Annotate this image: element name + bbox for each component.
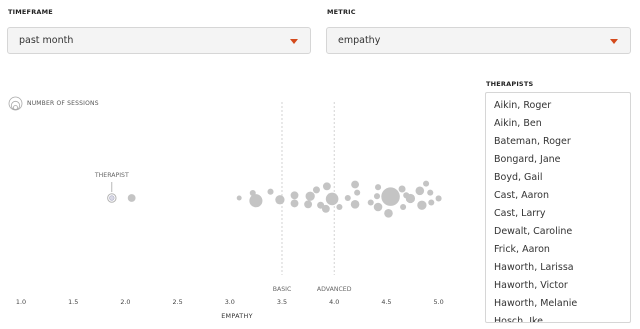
therapist-point[interactable] bbox=[373, 202, 383, 212]
therapist-list-item[interactable]: Hosch, Ike bbox=[486, 313, 630, 322]
x-tick-label: 4.0 bbox=[329, 298, 339, 306]
therapist-list-item[interactable]: Frick, Aaron bbox=[486, 241, 630, 259]
therapist-list-item[interactable]: Boyd, Gail bbox=[486, 169, 630, 187]
therapist-list-item[interactable]: Cast, Larry bbox=[486, 205, 630, 223]
therapist-list-item[interactable]: Haworth, Larissa bbox=[486, 259, 630, 277]
therapist-point[interactable] bbox=[375, 184, 382, 191]
therapist-list-item[interactable]: Aikin, Ben bbox=[486, 115, 630, 133]
therapist-point[interactable] bbox=[398, 185, 406, 193]
therapist-point[interactable] bbox=[367, 199, 374, 206]
x-tick-label: 2.5 bbox=[173, 298, 183, 306]
highlight-point[interactable] bbox=[109, 195, 115, 201]
therapist-point[interactable] bbox=[236, 195, 242, 201]
x-tick-label: 5.0 bbox=[434, 298, 444, 306]
therapist-point[interactable] bbox=[351, 180, 359, 189]
therapist-point[interactable] bbox=[435, 195, 442, 202]
metric-select[interactable]: empathy bbox=[326, 27, 631, 54]
therapist-list-item[interactable]: Bongard, Jane bbox=[486, 151, 630, 169]
therapist-point[interactable] bbox=[405, 193, 416, 204]
x-tick-label: 1.5 bbox=[68, 298, 78, 306]
therapist-list-item[interactable]: Dewalt, Caroline bbox=[486, 223, 630, 241]
timeframe-select[interactable]: past month bbox=[7, 27, 311, 54]
therapist-list-item[interactable]: Bateman, Roger bbox=[486, 133, 630, 151]
therapist-point[interactable] bbox=[322, 182, 331, 191]
therapist-point[interactable] bbox=[321, 204, 330, 213]
therapist-point[interactable] bbox=[384, 209, 393, 218]
therapist-list-item[interactable]: Haworth, Melanie bbox=[486, 295, 630, 313]
therapist-list-item[interactable]: Haworth, Victor bbox=[486, 277, 630, 295]
timeframe-label: TIMEFRAME bbox=[8, 8, 53, 16]
therapist-point[interactable] bbox=[344, 194, 351, 202]
therapist-point[interactable] bbox=[336, 203, 343, 211]
therapist-point[interactable] bbox=[304, 200, 313, 209]
therapist-point[interactable] bbox=[127, 194, 136, 202]
therapist-point[interactable] bbox=[290, 199, 299, 208]
empathy-scatter-chart: BASIC ADVANCED THERAPIST 1.0 1.5 2.0 2.5 3.0 3… bbox=[16, 102, 444, 320]
highlight-label: THERAPIST bbox=[94, 172, 129, 179]
therapist-point[interactable] bbox=[290, 191, 299, 200]
x-tick-label: 3.5 bbox=[277, 298, 287, 306]
threshold-label: ADVANCED bbox=[317, 286, 352, 293]
therapist-point[interactable] bbox=[350, 200, 360, 209]
therapist-point[interactable] bbox=[305, 191, 315, 201]
x-tick-label: 4.5 bbox=[381, 298, 391, 306]
therapist-point[interactable] bbox=[275, 195, 285, 205]
therapist-point[interactable] bbox=[312, 186, 320, 194]
therapist-point[interactable] bbox=[415, 186, 425, 196]
chevron-down-icon bbox=[290, 39, 298, 44]
x-tick-label: 1.0 bbox=[16, 298, 26, 306]
x-tick-label: 2.0 bbox=[120, 298, 130, 306]
therapist-point[interactable] bbox=[427, 189, 434, 196]
metric-value: empathy bbox=[338, 35, 381, 46]
therapist-point[interactable] bbox=[423, 180, 430, 187]
therapist-point[interactable] bbox=[325, 192, 339, 206]
timeframe-value: past month bbox=[19, 35, 74, 46]
threshold-label: BASIC bbox=[273, 286, 292, 293]
therapist-point[interactable] bbox=[373, 193, 381, 200]
therapist-list-item[interactable]: Cast, Aaron bbox=[486, 187, 630, 205]
therapist-point[interactable] bbox=[381, 187, 400, 206]
x-tick-label: 3.0 bbox=[225, 298, 235, 306]
therapist-point[interactable] bbox=[249, 194, 263, 208]
therapist-list-item[interactable]: Aikin, Roger bbox=[486, 97, 630, 115]
therapist-point[interactable] bbox=[400, 203, 407, 211]
metric-label: METRIC bbox=[327, 8, 356, 16]
chevron-down-icon bbox=[610, 39, 618, 44]
therapist-point[interactable] bbox=[249, 190, 256, 197]
therapists-label: THERAPISTS bbox=[486, 80, 534, 88]
therapist-point[interactable] bbox=[428, 199, 435, 206]
therapist-list[interactable]: Aikin, Roger Aikin, Ben Bateman, Roger Bong… bbox=[485, 92, 631, 323]
therapist-point[interactable] bbox=[267, 188, 274, 195]
x-axis-label: EMPATHY bbox=[221, 312, 253, 320]
therapist-point[interactable] bbox=[354, 189, 361, 196]
therapist-point[interactable] bbox=[417, 200, 427, 210]
